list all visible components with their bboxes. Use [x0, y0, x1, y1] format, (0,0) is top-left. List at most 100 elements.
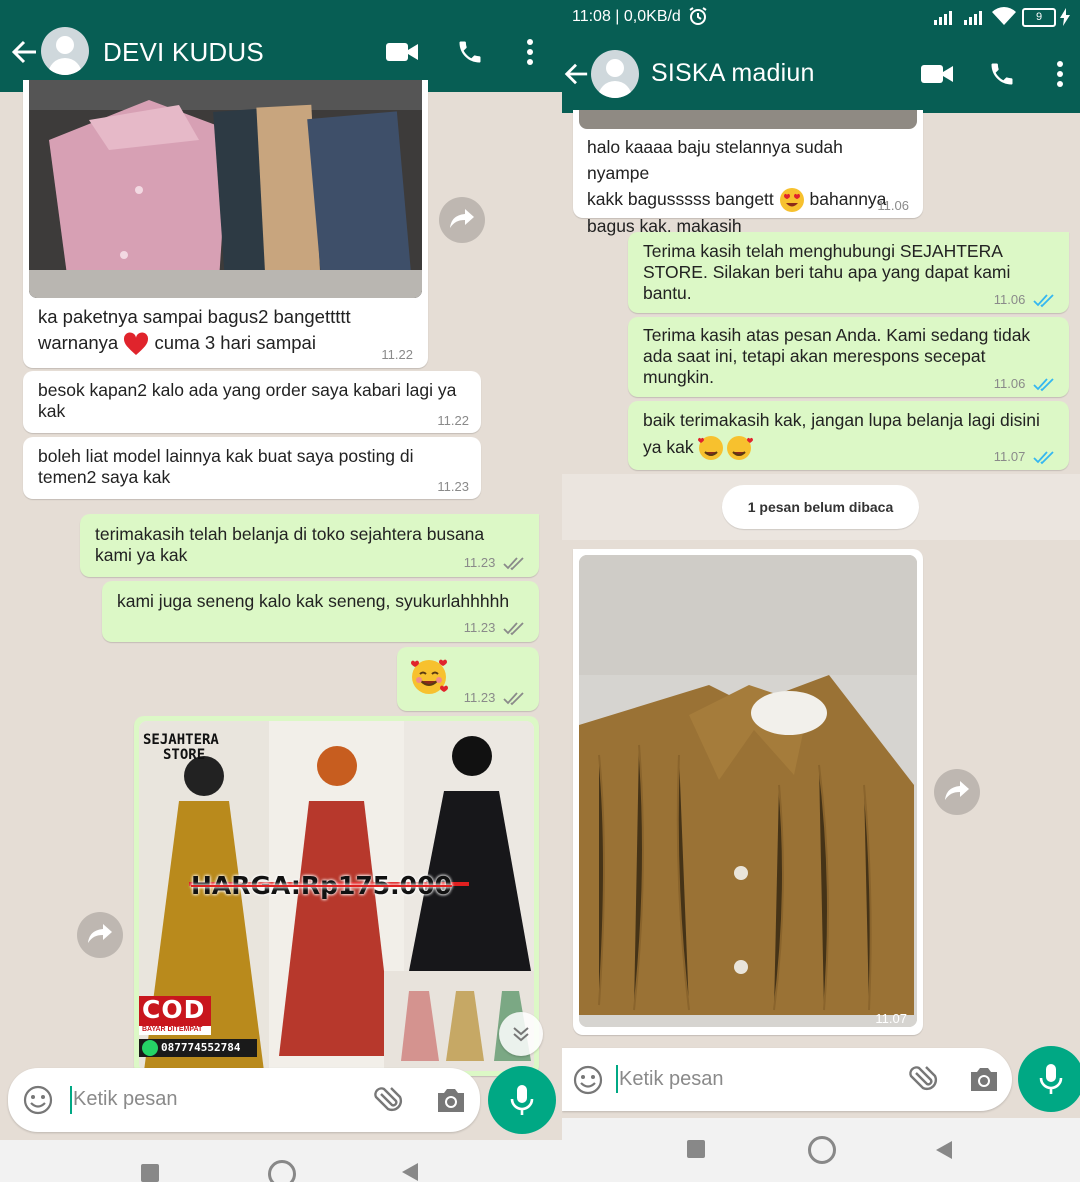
message-text: besok kapan2 kalo ada yang order saya ka…: [38, 380, 457, 421]
battery-level: 9: [1035, 11, 1043, 23]
double-check-read-icon: [1033, 450, 1054, 464]
smiling-face-with-hearts-icon: [698, 436, 754, 461]
phone-icon[interactable]: [456, 38, 484, 66]
message-time: 11.22: [437, 413, 469, 428]
status-bar: 11:08 | 0,0KB/d 9: [562, 0, 1080, 33]
microphone-icon: [1039, 1064, 1063, 1094]
message-input[interactable]: Ketik pesan: [73, 1088, 178, 1111]
back-arrow-icon[interactable]: [10, 38, 38, 66]
forward-icon: [450, 209, 474, 228]
outgoing-emoji-message[interactable]: 11.23: [397, 647, 539, 711]
cod-badge: COD: [142, 995, 206, 1024]
battery-icon: 9: [1022, 8, 1056, 27]
message-time: 11.06: [994, 376, 1057, 392]
voice-record-button[interactable]: [1018, 1046, 1080, 1112]
incoming-message[interactable]: besok kapan2 kalo ada yang order saya ka…: [23, 371, 481, 433]
store-logo-text: SEJAHTERA STORE: [143, 732, 219, 763]
price-text: HARGA:Rp175.000: [191, 871, 452, 900]
signal-icon: [964, 11, 982, 25]
outgoing-message[interactable]: terimakasih telah belanja di toko sejaht…: [80, 514, 539, 577]
back-nav-icon[interactable]: [400, 1162, 420, 1182]
double-check-read-icon: [1033, 377, 1054, 391]
signal-icon: [934, 11, 952, 25]
double-check-icon: [503, 556, 524, 570]
phone-icon[interactable]: [988, 60, 1016, 88]
outgoing-promo-image[interactable]: SEJAHTERA STORE HARGA:Rp175.000 COD BAYA…: [134, 716, 539, 1076]
double-check-icon: [503, 691, 524, 705]
phone-number: 087774552784: [161, 1041, 241, 1054]
message-time: 11.23: [464, 620, 527, 636]
promo-photo[interactable]: SEJAHTERA STORE HARGA:Rp175.000 COD BAYA…: [139, 721, 534, 1071]
back-arrow-icon[interactable]: [563, 61, 589, 87]
outgoing-message[interactable]: Terima kasih telah menghubungi SEJAHTERA…: [628, 232, 1069, 313]
more-options-icon[interactable]: [1056, 60, 1064, 88]
heart-eyes-emoji-icon: [779, 188, 804, 213]
message-input-bar[interactable]: Ketik pesan: [562, 1048, 1012, 1111]
emoji-icon[interactable]: [573, 1065, 603, 1095]
chat-header: SISKA madiun: [562, 33, 1080, 113]
incoming-photo-message[interactable]: 11.07: [573, 549, 923, 1035]
recents-button[interactable]: [687, 1140, 705, 1158]
double-check-icon: [503, 621, 524, 635]
more-options-icon[interactable]: [526, 38, 534, 66]
message-time: 11.07: [875, 1011, 907, 1026]
forward-button[interactable]: [77, 912, 123, 958]
message-text: Terima kasih atas pesan Anda. Kami sedan…: [643, 325, 1031, 387]
forward-icon: [88, 924, 112, 943]
message-time: 11.22: [381, 347, 413, 362]
right-chat-screen: 11:08 | 0,0KB/d 9 SISKA madiun halo kaaa…: [562, 0, 1080, 1182]
smiling-face-with-hearts-icon: [411, 659, 448, 694]
outgoing-message[interactable]: Terima kasih atas pesan Anda. Kami sedan…: [628, 317, 1069, 397]
home-button[interactable]: [268, 1160, 296, 1182]
forward-button[interactable]: [439, 197, 485, 243]
camera-icon[interactable]: [968, 1065, 1000, 1093]
clothing-photo[interactable]: [579, 110, 917, 129]
package-photo[interactable]: [29, 80, 422, 298]
video-call-icon[interactable]: [386, 41, 418, 63]
charging-icon: [1060, 8, 1070, 26]
video-call-icon[interactable]: [921, 63, 953, 85]
system-navigation-bar: [0, 1140, 562, 1182]
attach-icon[interactable]: [907, 1063, 939, 1095]
camera-icon[interactable]: [435, 1086, 467, 1114]
unread-messages-badge: 1 pesan belum dibaca: [722, 485, 919, 529]
avatar[interactable]: [591, 50, 639, 98]
alarm-icon: [689, 7, 707, 25]
incoming-message-with-photo[interactable]: halo kaaaa baju stelannya sudah nyampe k…: [573, 110, 923, 236]
back-nav-icon[interactable]: [934, 1140, 954, 1160]
shirt-photo[interactable]: [579, 555, 917, 1027]
message-text: boleh liat model lainnya kak buat saya p…: [38, 446, 414, 487]
message-text: kami juga seneng kalo kak seneng, syukur…: [117, 591, 510, 611]
avatar[interactable]: [41, 27, 89, 75]
contact-name[interactable]: SISKA madiun: [651, 59, 815, 88]
message-text: ka paketnya sampai bagus2 bangettttt war…: [38, 304, 414, 356]
incoming-message[interactable]: boleh liat model lainnya kak buat saya p…: [23, 437, 481, 499]
scroll-down-button[interactable]: [499, 1012, 543, 1056]
double-chevron-down-icon: [513, 1027, 529, 1042]
incoming-message-with-photo[interactable]: ka paketnya sampai bagus2 bangettttt war…: [23, 80, 428, 368]
chat-header: DEVI KUDUS: [0, 0, 562, 92]
system-navigation-bar: [562, 1118, 1080, 1182]
contact-name[interactable]: DEVI KUDUS: [103, 37, 264, 68]
voice-record-button[interactable]: [488, 1066, 556, 1134]
status-time: 11:08 | 0,0KB/d: [572, 8, 681, 25]
emoji-icon[interactable]: [23, 1085, 53, 1115]
forward-button[interactable]: [934, 769, 980, 815]
message-time: 11.06: [877, 198, 909, 213]
text-cursor: [616, 1065, 618, 1093]
text-cursor: [70, 1086, 72, 1114]
red-heart-icon: [124, 332, 149, 356]
attach-icon[interactable]: [372, 1084, 404, 1116]
message-text: terimakasih telah belanja di toko sejaht…: [95, 524, 485, 565]
cod-subtitle: BAYAR DITEMPAT: [142, 1026, 203, 1033]
recents-button[interactable]: [141, 1164, 159, 1182]
message-time: 11.06: [994, 292, 1057, 308]
message-input[interactable]: Ketik pesan: [619, 1068, 724, 1091]
message-input-bar[interactable]: Ketik pesan: [8, 1068, 480, 1132]
outgoing-message[interactable]: baik terimakasih kak, jangan lupa belanj…: [628, 401, 1069, 470]
microphone-icon: [510, 1085, 534, 1115]
double-check-read-icon: [1033, 293, 1054, 307]
message-time: 11.23: [437, 479, 469, 494]
outgoing-message[interactable]: kami juga seneng kalo kak seneng, syukur…: [102, 581, 539, 642]
home-button[interactable]: [808, 1136, 836, 1164]
